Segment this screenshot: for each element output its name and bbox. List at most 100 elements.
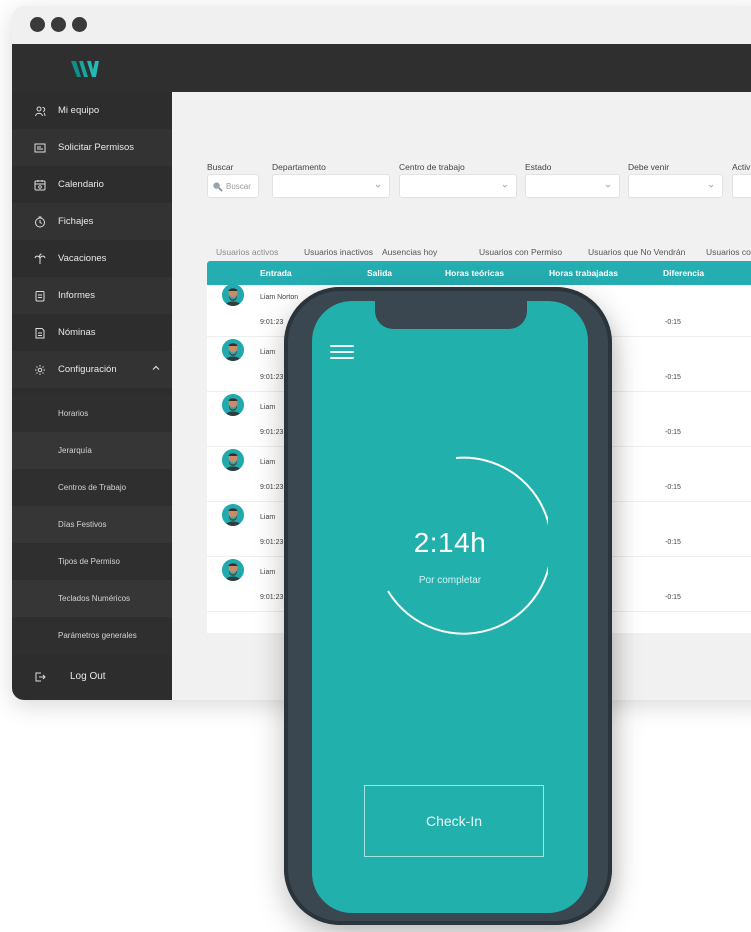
report-icon [34,290,46,302]
tab-usuarios-co[interactable]: Usuarios co [706,247,751,257]
sidebar-subitem-label: Horarios [58,409,89,418]
department-label: Departamento [272,162,326,172]
window-maximize-dot[interactable] [72,17,87,32]
sidebar-item-fichajes[interactable]: Fichajes [12,203,172,240]
chevron-down-icon [375,184,381,188]
checkin-label: Check-In [425,813,483,829]
active-select[interactable] [732,174,751,198]
search-placeholder: Buscar [226,181,251,191]
timer-value: 2:14h [413,527,487,558]
chevron-up-icon[interactable] [152,364,160,372]
app-header [12,44,751,92]
state-select[interactable] [525,174,620,198]
avatar [222,449,244,471]
window-minimize-dot[interactable] [51,17,66,32]
sidebar-item-label: Nóminas [58,327,96,338]
sidebar-item-label: Calendario [58,179,104,190]
phone-screen: 2:14h Por completar Check-In [312,301,588,913]
search-input[interactable]: Buscar [207,174,259,198]
row-entrada: 9:01:23 [260,319,284,326]
chevron-down-icon [708,184,714,188]
search-icon [213,181,223,192]
row-name: Liam [260,459,276,466]
avatar [222,504,244,526]
state-label: Estado [525,162,552,172]
sidebar-subitem-tipos-de-permiso[interactable]: Tipos de Permiso [12,543,172,580]
sidebar-subitem-dias-festivos[interactable]: Días Festivos [12,506,172,543]
avatar [222,559,244,581]
menu-icon[interactable] [330,345,354,359]
phone-mockup: 2:14h Por completar Check-In [284,287,612,925]
chevron-down-icon [502,184,508,188]
sidebar-subitem-label: Centros de Trabajo [58,483,127,492]
checkin-button[interactable]: Check-In [364,785,544,857]
sidebar-subitem-jerarquia[interactable]: Jerarquía [12,432,172,469]
sidebar-item-nominas[interactable]: Nóminas [12,314,172,351]
row-name: Liam [260,569,276,576]
row-entrada: 9:01:23 [260,429,284,436]
row-diferencia: -0:15 [665,539,681,546]
window-close-dot[interactable] [30,17,45,32]
th-entrada[interactable]: Entrada [260,268,292,278]
logout-label: Log Out [70,671,106,682]
must-come-label: Debe venir [628,162,670,172]
sidebar-item-solicitar-permisos[interactable]: Solicitar Permisos [12,129,172,166]
title-bar [12,6,751,44]
sidebar-item-calendario[interactable]: Calendario [12,166,172,203]
th-salida[interactable]: Salida [367,268,392,278]
row-entrada: 9:01:23 [260,539,284,546]
row-name: Liam [260,404,276,411]
tab-ausencias-hoy[interactable]: Ausencias hoy [382,247,437,257]
department-select[interactable] [272,174,390,198]
sidebar-subitem-label: Jerarquía [58,446,92,455]
sidebar-subitem-label: Tipos de Permiso [58,557,120,566]
sidebar: Mi equipo Solicitar Permisos Calendario … [12,92,172,700]
tab-usuarios-activos[interactable]: Usuarios activos [216,247,278,257]
gear-icon [34,364,46,376]
sidebar-subitem-horarios[interactable]: Horarios [12,395,172,432]
tab-usuarios-con-permiso[interactable]: Usuarios con Permiso [479,247,562,257]
sidebar-item-vacaciones[interactable]: Vacaciones [12,240,172,277]
tab-usuarios-no-vendran[interactable]: Usuarios que No Vendrán [588,247,685,257]
row-name: Liam [260,514,276,521]
sidebar-item-label: Mi equipo [58,105,100,116]
sidebar-subitem-centros-de-trabajo[interactable]: Centros de Trabajo [12,469,172,506]
active-label: Activ [732,162,751,172]
row-diferencia: -0:15 [665,484,681,491]
sidebar-item-label: Configuración [58,364,117,375]
sidebar-item-configuracion[interactable]: Configuración [12,351,172,388]
row-diferencia: -0:15 [665,374,681,381]
row-diferencia: -0:15 [665,319,681,326]
users-icon [34,105,46,117]
sidebar-item-mi-equipo[interactable]: Mi equipo [12,92,172,129]
palm-icon [34,253,46,265]
th-horas-teoricas[interactable]: Horas teóricas [445,268,504,278]
sidebar-item-label: Fichajes [58,216,94,227]
sidebar-subitem-label: Días Festivos [58,520,107,529]
clock-icon [34,216,46,228]
sidebar-subitem-teclados-numericos[interactable]: Teclados Numéricos [12,580,172,617]
avatar [222,284,244,306]
sidebar-item-label: Solicitar Permisos [58,142,135,153]
sidebar-subitem-parametros-generales[interactable]: Parámetros generales [12,617,172,654]
timer-subtitle: Por completar [418,575,482,586]
th-diferencia[interactable]: Diferencia [663,268,704,278]
must-come-select[interactable] [628,174,723,198]
row-name: Liam Norton [260,294,299,301]
phone-notch [375,301,527,329]
logout-icon [34,671,46,683]
sidebar-subitem-label: Teclados Numéricos [58,594,131,603]
th-horas-trabajadas[interactable]: Horas trabajadas [549,268,618,278]
logout-button[interactable]: Log Out [12,658,172,695]
sidebar-subitem-label: Parámetros generales [58,631,137,640]
sidebar-item-label: Informes [58,290,95,301]
row-entrada: 9:01:23 [260,484,284,491]
row-diferencia: -0:15 [665,429,681,436]
row-name: Liam [260,349,276,356]
tab-usuarios-inactivos[interactable]: Usuarios inactivos [304,247,373,257]
row-entrada: 9:01:23 [260,594,284,601]
brand-logo-icon[interactable] [70,58,100,80]
sidebar-item-informes[interactable]: Informes [12,277,172,314]
workcenter-select[interactable] [399,174,517,198]
avatar [222,339,244,361]
